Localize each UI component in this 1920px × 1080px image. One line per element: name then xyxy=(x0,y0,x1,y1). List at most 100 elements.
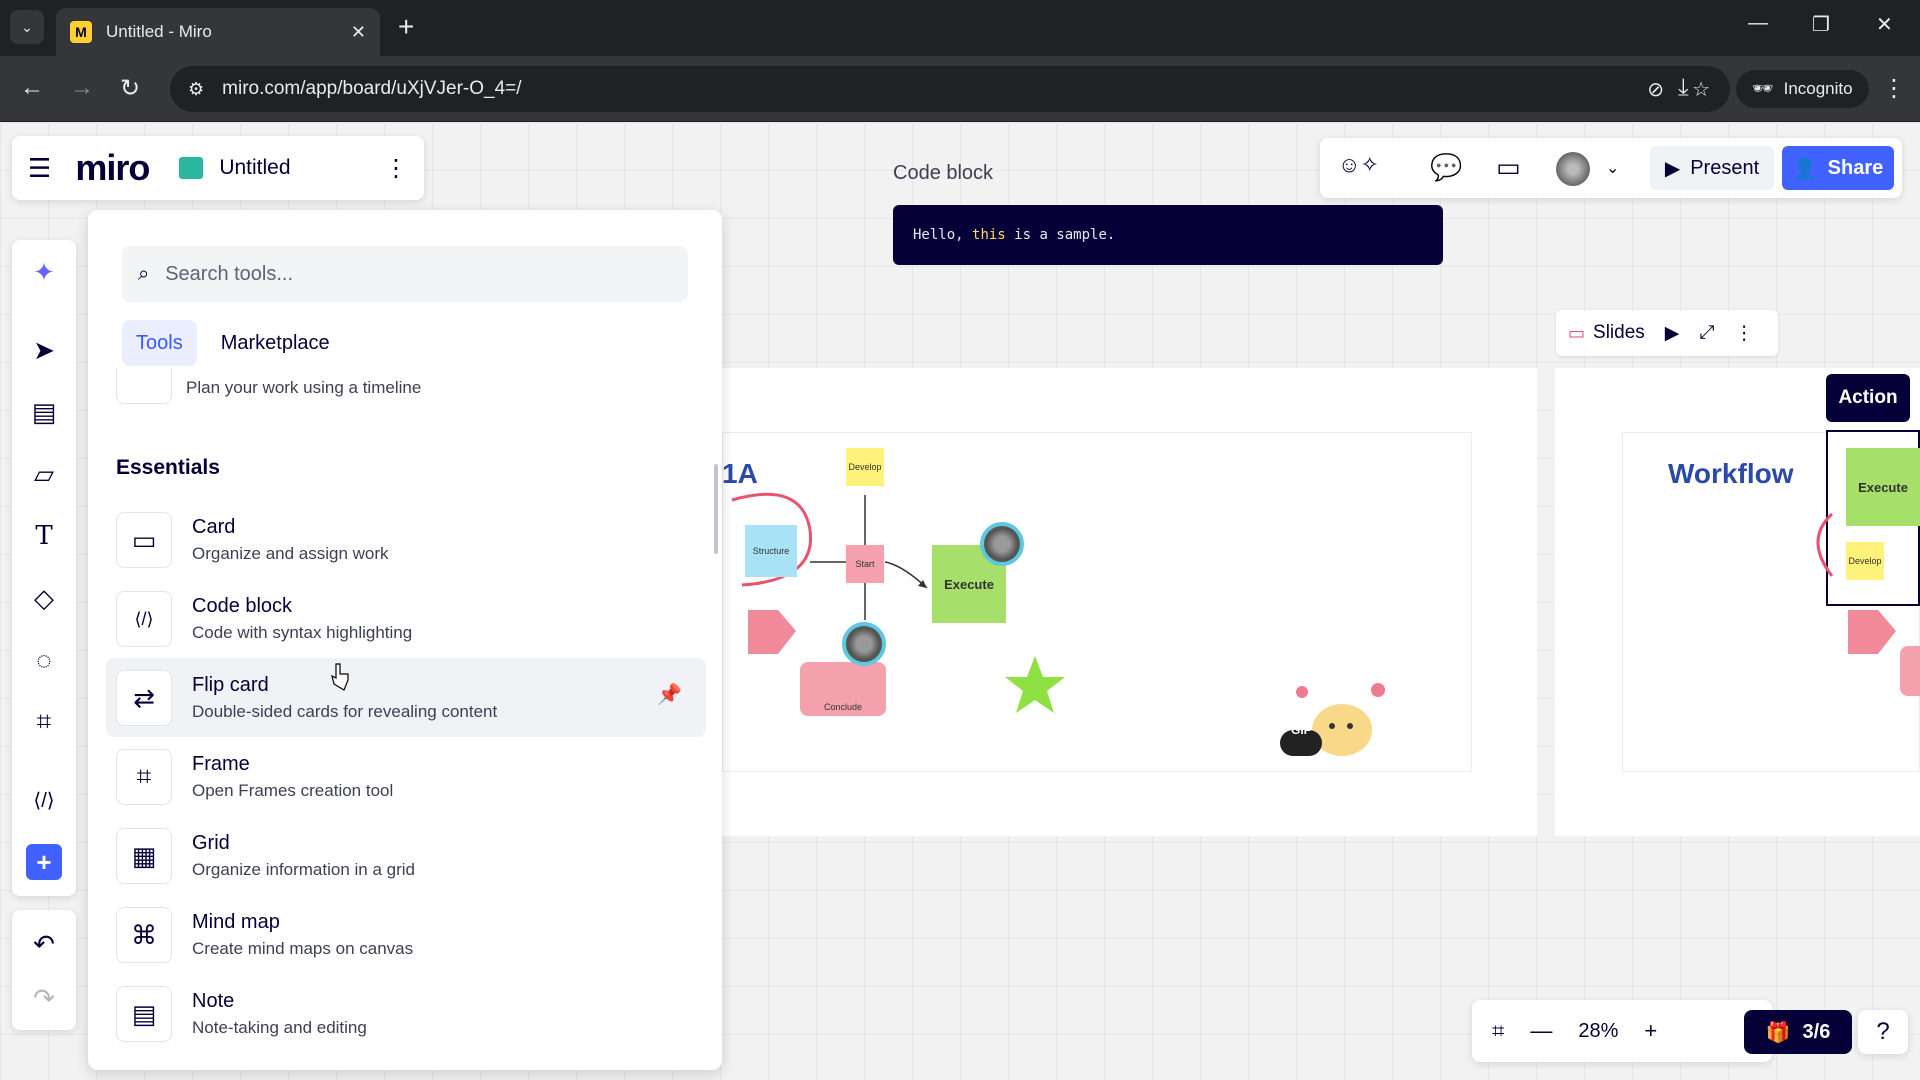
play-icon: ▶ xyxy=(1664,157,1681,180)
present-button[interactable]: ▶ Present xyxy=(1650,146,1774,190)
minimize-icon[interactable]: — xyxy=(1748,12,1768,35)
new-tab-button[interactable]: + xyxy=(398,12,414,42)
item-description: Plan your work using a timeline xyxy=(186,378,422,397)
window-close-icon[interactable]: ✕ xyxy=(1876,12,1893,37)
tool-description: Note-taking and editing xyxy=(192,1018,367,1037)
more-icon[interactable]: ⋮ xyxy=(1735,322,1754,345)
tool-description: Double-sided cards for revealing content xyxy=(192,702,498,721)
tab-list-button[interactable]: ⌄ xyxy=(10,10,44,44)
code-text: Hello, xyxy=(913,227,973,243)
templates-icon[interactable]: ▤ xyxy=(26,394,62,430)
scrollbar[interactable] xyxy=(714,464,718,554)
zoom-in-icon[interactable]: + xyxy=(1644,1018,1657,1044)
browser-menu-icon[interactable]: ⋮ xyxy=(1882,74,1906,103)
eye-off-icon[interactable]: ⊘ xyxy=(1647,77,1664,102)
board-menu-icon[interactable]: ⋮ xyxy=(384,154,408,183)
action-button[interactable]: Action xyxy=(1826,374,1910,422)
search-tools-input[interactable]: ⌕ Search tools... xyxy=(122,246,688,302)
search-placeholder: Search tools... xyxy=(165,262,294,285)
tab-title: Untitled - Miro xyxy=(106,22,212,41)
tool-frame[interactable]: ⌗ Frame Open Frames creation tool xyxy=(106,737,706,816)
select-cursor-icon[interactable]: ➤ xyxy=(26,332,62,368)
tool-code-block[interactable]: ⟨/⟩ Code block Code with syntax highligh… xyxy=(106,579,706,658)
reload-icon[interactable]: ↻ xyxy=(120,74,140,103)
ai-sparkle-icon[interactable]: ✦ xyxy=(26,254,62,290)
reactions-icon[interactable]: ☺✧ xyxy=(1338,152,1379,178)
hamburger-menu-icon[interactable]: ☰ xyxy=(28,153,51,184)
gif-label: GIF xyxy=(1291,723,1311,737)
fit-to-screen-icon[interactable]: ⌗ xyxy=(1492,1018,1504,1044)
redo-icon[interactable]: ↷ xyxy=(26,980,62,1016)
gif-sticker[interactable] xyxy=(1280,670,1404,760)
sticky-note-partial[interactable] xyxy=(1900,646,1920,696)
frame-tool-icon[interactable]: ⌗ xyxy=(26,704,62,740)
comments-icon[interactable]: 💬 xyxy=(1430,152,1462,183)
expand-icon[interactable]: ⤢ xyxy=(1699,322,1714,344)
star-shape[interactable] xyxy=(1004,654,1066,716)
more-tools-button[interactable]: + xyxy=(26,844,62,880)
tool-description: Organize and assign work xyxy=(192,544,389,563)
lasso-icon[interactable]: ◌ xyxy=(26,642,62,678)
sticky-note[interactable]: Develop xyxy=(1846,542,1884,580)
tool-mind-map[interactable]: ⌘ Mind map Create mind maps on canvas xyxy=(106,895,706,974)
code-text: is a sample. xyxy=(1005,227,1116,243)
gift-icon: 🎁 xyxy=(1765,1021,1791,1044)
tool-note[interactable]: ▤ Note Note-taking and editing xyxy=(106,974,706,1053)
shapes-icon[interactable]: ◇ xyxy=(26,580,62,616)
site-info-icon[interactable]: ⚙ xyxy=(188,79,204,100)
sticky-note[interactable]: Conclude xyxy=(800,662,886,716)
tool-card[interactable]: ▭ Card Organize and assign work xyxy=(106,500,706,579)
tool-flip-card[interactable]: ⇄ Flip card Double-sided cards for revea… xyxy=(106,658,706,737)
curve-connector xyxy=(1816,512,1834,577)
list-item[interactable]: Plan your work using a timeline xyxy=(116,360,676,410)
close-icon[interactable]: ✕ xyxy=(351,22,366,43)
incognito-badge[interactable]: 🕶 Incognito xyxy=(1736,70,1869,108)
tool-name: Flip card xyxy=(192,674,269,696)
play-icon[interactable]: ▶ xyxy=(1665,322,1680,345)
collaborator-avatar[interactable] xyxy=(842,622,886,666)
restore-icon[interactable]: ❐ xyxy=(1812,12,1830,37)
chevron-down-icon[interactable]: ⌄ xyxy=(1606,158,1619,178)
code-block[interactable]: Hello, this is a sample. xyxy=(893,205,1443,265)
pin-icon[interactable]: 📌 xyxy=(657,682,682,707)
arrow-shape[interactable] xyxy=(746,604,798,658)
undo-icon[interactable]: ↶ xyxy=(26,926,62,962)
miro-favicon-icon: M xyxy=(70,21,92,43)
help-button[interactable]: ? xyxy=(1858,1010,1908,1054)
zoom-out-icon[interactable]: — xyxy=(1530,1018,1552,1044)
text-icon[interactable]: T xyxy=(26,518,62,554)
incognito-icon: 🕶 xyxy=(1752,79,1774,98)
sticky-note[interactable]: Start xyxy=(846,545,884,583)
sticky-note[interactable]: Develop xyxy=(846,448,884,486)
zoom-level[interactable]: 28% xyxy=(1578,1020,1618,1043)
sticky-note-icon[interactable]: ▱ xyxy=(26,456,62,492)
note-icon: ▤ xyxy=(116,986,172,1042)
browser-tabbar: ⌄ M Untitled - Miro ✕ + — ❐ ✕ xyxy=(0,0,1920,56)
star-icon[interactable]: ☆ xyxy=(1692,77,1710,102)
avatar[interactable] xyxy=(1556,152,1590,186)
address-bar[interactable]: ⚙ miro.com/app/board/uXjVJer-O_4=/ ⊘ ☆ xyxy=(170,66,1730,112)
board-pages-button[interactable]: 🎁 3/6 xyxy=(1744,1010,1852,1054)
code-block-tool-icon[interactable]: ⟨/⟩ xyxy=(26,782,62,818)
forward-icon[interactable]: → xyxy=(70,74,94,102)
tool-description: Code with syntax highlighting xyxy=(192,623,413,642)
video-call-icon[interactable]: ▭ xyxy=(1496,152,1521,183)
sticky-note[interactable]: Execute xyxy=(1846,448,1920,526)
board-title[interactable]: Untitled xyxy=(219,156,290,180)
download-icon[interactable]: ⤓ xyxy=(1678,74,1689,102)
tool-grid[interactable]: ▦ Grid Organize information in a grid xyxy=(106,816,706,895)
share-button[interactable]: 👤 Share xyxy=(1782,146,1894,190)
url-text: miro.com/app/board/uXjVJer-O_4=/ xyxy=(222,78,522,99)
sticky-note[interactable]: Structure xyxy=(745,525,797,577)
back-icon[interactable]: ← xyxy=(20,74,44,102)
share-label: Share xyxy=(1827,156,1884,179)
zoom-controls: ⌗ — 28% + xyxy=(1472,1000,1772,1062)
tool-name: Code block xyxy=(192,595,293,617)
tool-description: Create mind maps on canvas xyxy=(192,939,414,958)
slides-label[interactable]: Slides xyxy=(1593,322,1645,344)
miro-logo[interactable]: miro xyxy=(75,147,150,189)
browser-tab-active[interactable]: M Untitled - Miro ✕ xyxy=(56,8,380,56)
collaborator-avatar[interactable] xyxy=(980,522,1024,566)
board-icon xyxy=(179,157,204,179)
arrow-shape[interactable] xyxy=(1846,604,1898,658)
